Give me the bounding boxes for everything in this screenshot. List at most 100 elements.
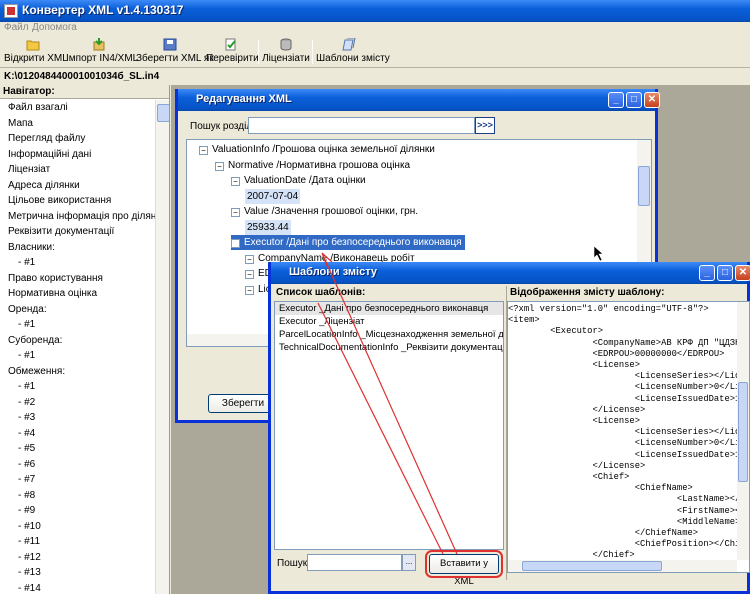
navigator-item[interactable]: - #6	[0, 457, 155, 473]
navigator-item[interactable]: Інформаційні дані	[0, 147, 155, 163]
tree-value[interactable]: 2007-07-04	[245, 188, 301, 204]
collapse-icon[interactable]: −	[231, 208, 240, 217]
navigator-item[interactable]: - #1	[0, 317, 155, 333]
toolbar: Відкрити XML Імпорт IN4/XML Зберегти XML…	[0, 36, 750, 68]
import-button[interactable]: Імпорт IN4/XML	[66, 38, 138, 66]
navigator-item[interactable]: Ліцензіат	[0, 162, 155, 178]
navigator-item[interactable]: Цільове використання	[0, 193, 155, 209]
navigator-item[interactable]: - #1	[0, 379, 155, 395]
scroll-thumb[interactable]	[638, 166, 650, 206]
tree-value[interactable]: 25933.44	[245, 219, 291, 235]
collapse-icon[interactable]: −	[231, 177, 240, 186]
navigator-item[interactable]: Перегляд файлу	[0, 131, 155, 147]
tree-node[interactable]: − ValuationInfo /Грошова оцінка земельної…	[199, 142, 435, 157]
xml-line: </License>	[508, 404, 646, 415]
tree-node[interactable]: − ValuationDate /Дата оцінки	[231, 173, 366, 188]
navigator-item[interactable]: - #11	[0, 534, 155, 550]
navigator-item[interactable]: - #12	[0, 550, 155, 566]
navigator-item[interactable]: Файл взагалі	[0, 100, 155, 116]
navigator-panel: Навігатор: Файл взагалі Мапа Перегляд файл…	[0, 85, 170, 594]
template-list: Executor _Дані про безпосереднього викон…	[274, 301, 504, 550]
xml-preview: <?xml version="1.0" encoding="UTF-8"?> <i…	[507, 301, 750, 573]
navigator-item[interactable]: - #10	[0, 519, 155, 535]
xml-line: <LicenseNumber>0</Licen	[508, 382, 750, 393]
templates-window: Шаблони змісту _ □ ✕ Список шаблонів: Ві…	[268, 262, 750, 594]
tree-node[interactable]: − Normative /Нормативна грошова оцінка	[215, 158, 410, 173]
navigator-item[interactable]: Адреса ділянки	[0, 178, 155, 194]
tree-node[interactable]: − Executor /Дані про безпосереднього вико…	[231, 235, 465, 250]
tree-node[interactable]: − Lic	[245, 282, 271, 297]
navigator-item[interactable]: Суборенда:	[0, 333, 155, 349]
licenses-button[interactable]: Ліцензіати	[262, 38, 310, 66]
tree-node-label: Normative /Нормативна грошова оцінка	[228, 159, 411, 171]
xml-line: <LicenseSeries></Licens	[508, 427, 750, 438]
xml-line: <LicenseIssuedDate>1967	[508, 393, 750, 404]
navigator-item[interactable]: - #14	[0, 581, 155, 594]
template-item[interactable]: Executor _Дані про безпосереднього викон…	[275, 302, 503, 315]
template-item[interactable]: Executor _Ліцензіат	[275, 315, 503, 328]
navigator-item[interactable]: - #3	[0, 410, 155, 426]
floppy-icon	[163, 38, 177, 51]
scroll-thumb[interactable]	[157, 104, 169, 122]
close-button[interactable]: ✕	[735, 265, 750, 281]
insert-into-xml-button[interactable]: Вставити у XML	[425, 550, 503, 587]
navigator-item[interactable]: Оренда:	[0, 302, 155, 318]
xml-line: </License>	[508, 460, 646, 471]
edit-xml-titlebar[interactable]: Редагування XML _ □ ✕	[178, 89, 660, 111]
minimize-button[interactable]: _	[699, 265, 715, 281]
maximize-button[interactable]: □	[717, 265, 733, 281]
navigator-item[interactable]: - #2	[0, 395, 155, 411]
template-item[interactable]: ParcelLocationInfo _Місцезнаходження зем…	[275, 328, 503, 341]
template-search-input[interactable]	[307, 554, 402, 571]
tree-node-label: ValuationInfo /Грошова оцінка земельної …	[212, 144, 435, 155]
navigator-item[interactable]: - #8	[0, 488, 155, 504]
templates-titlebar[interactable]: Шаблони змісту _ □ ✕	[271, 262, 750, 284]
menu-file[interactable]: Файл	[4, 22, 29, 33]
folder-icon	[26, 40, 40, 51]
tree-node[interactable]: − Value /Значення грошової оцінки, грн.	[231, 204, 418, 219]
template-preview-header: Відображення змісту шаблону:	[510, 287, 665, 298]
close-button[interactable]: ✕	[644, 92, 660, 108]
template-search-button[interactable]: ...	[402, 554, 416, 571]
xml-line: <License>	[508, 360, 640, 370]
menu-help[interactable]: Допомога	[32, 22, 77, 33]
navigator-item[interactable]: Право користування	[0, 271, 155, 287]
templates-icon	[342, 38, 356, 51]
section-search-button[interactable]: >>>	[475, 117, 495, 134]
xml-line: <?xml version="1.0" encoding="UTF-8"?>	[508, 304, 709, 314]
preview-vertical-scrollbar[interactable]	[737, 302, 749, 560]
maximize-button[interactable]: □	[626, 92, 642, 108]
navigator-item[interactable]: - #1	[0, 348, 155, 364]
collapse-icon[interactable]: −	[245, 285, 254, 295]
preview-horizontal-scrollbar[interactable]	[508, 560, 737, 572]
navigator-item[interactable]: Мапа	[0, 116, 155, 132]
navigator-item[interactable]: - #4	[0, 426, 155, 442]
xml-line: <Executor>	[508, 326, 604, 337]
navigator-item[interactable]: Нормативна оцінка	[0, 286, 155, 302]
collapse-icon[interactable]: −	[231, 239, 240, 248]
collapse-icon[interactable]: −	[199, 146, 208, 155]
collapse-icon[interactable]: −	[245, 270, 254, 279]
navigator-item[interactable]: - #13	[0, 565, 155, 581]
check-button[interactable]: Перевірити	[206, 38, 259, 66]
app-title: Конвертер XML v1.4.130317	[22, 3, 184, 17]
scroll-thumb[interactable]	[738, 382, 748, 482]
save-as-button[interactable]: Зберегти XML як	[136, 38, 214, 66]
navigator-item[interactable]: - #9	[0, 503, 155, 519]
section-search-input[interactable]	[248, 117, 475, 134]
templates-button[interactable]: Шаблони змісту	[316, 38, 390, 66]
navigator-item[interactable]: Метрична інформація про ділянку	[0, 209, 166, 225]
navigator-scrollbar[interactable]	[155, 100, 169, 594]
open-xml-button[interactable]: Відкрити XML	[4, 38, 68, 66]
navigator-item[interactable]: Власники:	[0, 240, 155, 256]
navigator-item[interactable]: - #7	[0, 472, 155, 488]
collapse-icon[interactable]: −	[245, 254, 254, 264]
minimize-button[interactable]: _	[608, 92, 624, 108]
collapse-icon[interactable]: −	[215, 161, 224, 171]
navigator-item[interactable]: Обмеження:	[0, 364, 155, 380]
navigator-item[interactable]: - #5	[0, 441, 155, 457]
navigator-item[interactable]: Реквізити документації	[0, 224, 155, 240]
navigator-item[interactable]: - #1	[0, 255, 155, 271]
template-item[interactable]: TechnicalDocumentationInfo _Реквізити до…	[275, 341, 503, 354]
scroll-thumb[interactable]	[522, 561, 662, 571]
